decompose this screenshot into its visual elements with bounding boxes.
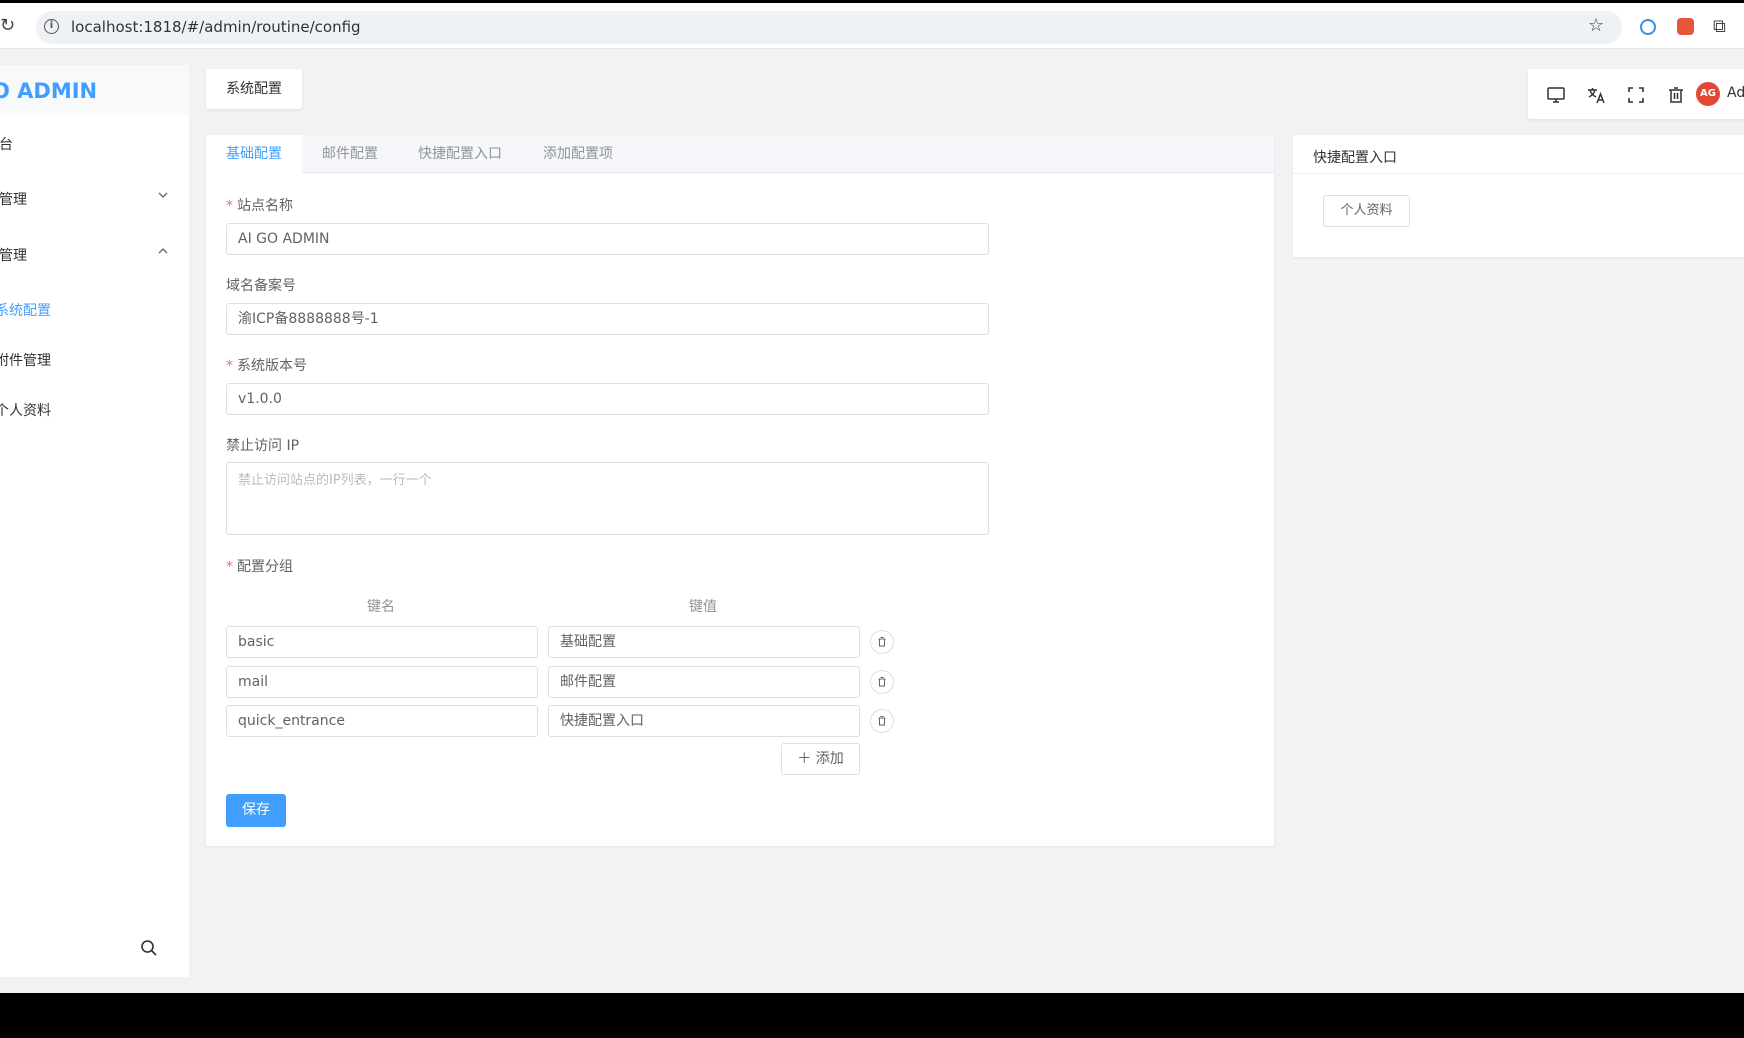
group-value-input[interactable]: 基础配置 xyxy=(548,626,860,658)
value-header: 键值 xyxy=(689,599,717,615)
plus-icon: ＋ xyxy=(797,751,812,767)
reload-icon[interactable]: ↻ xyxy=(0,15,14,36)
logo: O ADMIN xyxy=(0,79,98,103)
delete-row-button[interactable] xyxy=(870,670,894,694)
bookmark-star-icon[interactable]: ☆ xyxy=(1588,15,1604,36)
icp-input[interactable]: 渝ICP备8888888号-1 xyxy=(226,303,989,335)
translate-icon[interactable] xyxy=(1586,85,1606,105)
group-key-input[interactable]: quick_entrance xyxy=(226,705,538,737)
nav-tag-system-config[interactable]: 系统配置 xyxy=(206,69,302,109)
sidebar-item-profile[interactable]: 个人资料 xyxy=(0,400,51,420)
url-text[interactable]: localhost:1818/#/admin/routine/config xyxy=(71,18,361,36)
group-key-input[interactable]: basic xyxy=(226,626,538,658)
sidebar: O ADMIN 台 管理 管理 系统配置 附件管理 个人资料 xyxy=(0,65,189,977)
add-row-button[interactable]: ＋ 添加 xyxy=(781,743,860,775)
quick-link-profile[interactable]: 个人资料 xyxy=(1323,195,1410,227)
tab-add-config[interactable]: 添加配置项 xyxy=(522,135,634,173)
version-label: * 系统版本号 xyxy=(226,358,307,374)
quick-entrance-card: 快捷配置入口 个人资料 xyxy=(1293,135,1744,257)
save-button[interactable]: 保存 xyxy=(226,794,286,827)
sidebar-item-system-config[interactable]: 系统配置 xyxy=(0,300,51,320)
header-toolbar: AG Ad xyxy=(1528,69,1744,119)
chevron-up-icon xyxy=(157,245,169,261)
avatar[interactable]: AG xyxy=(1696,82,1720,106)
site-info-icon[interactable]: i xyxy=(44,19,59,34)
search-icon[interactable] xyxy=(140,939,158,957)
site-name-input[interactable]: AI GO ADMIN xyxy=(226,223,989,255)
chevron-down-icon xyxy=(157,189,169,205)
site-name-label: * 站点名称 xyxy=(226,198,293,214)
group-value-input[interactable]: 快捷配置入口 xyxy=(548,705,860,737)
sidebar-item-attachments[interactable]: 附件管理 xyxy=(0,350,51,370)
tab-quick-entrance[interactable]: 快捷配置入口 xyxy=(398,135,522,173)
config-card: 基础配置 邮件配置 快捷配置入口 添加配置项 * 站点名称 AI GO ADMIN… xyxy=(206,135,1274,846)
delete-row-button[interactable] xyxy=(870,709,894,733)
delete-row-button[interactable] xyxy=(870,630,894,654)
group-key-input[interactable]: mail xyxy=(226,666,538,698)
quick-entrance-title: 快捷配置入口 xyxy=(1313,150,1397,166)
key-header: 键名 xyxy=(367,599,395,615)
group-label: * 配置分组 xyxy=(226,559,293,575)
browser-toolbar: ↻ i localhost:1818/#/admin/routine/confi… xyxy=(0,3,1744,49)
tabs-bar: 基础配置 邮件配置 快捷配置入口 添加配置项 xyxy=(206,135,1274,173)
icp-label: 域名备案号 xyxy=(226,278,296,294)
user-name[interactable]: Ad xyxy=(1727,85,1744,101)
sidebar-item-menu-2[interactable]: 管理 xyxy=(0,245,27,265)
trash-icon xyxy=(878,677,886,687)
forbidden-ip-textarea[interactable]: 禁止访问站点的IP列表，一行一个 xyxy=(226,462,989,535)
trash-icon xyxy=(878,716,886,726)
extensions-puzzle-icon[interactable]: ⧉ xyxy=(1713,16,1726,37)
fullscreen-icon[interactable] xyxy=(1626,85,1646,105)
monitor-icon[interactable] xyxy=(1546,85,1566,105)
trash-icon[interactable] xyxy=(1666,85,1686,105)
version-input[interactable]: v1.0.0 xyxy=(226,383,989,415)
sidebar-item-menu-1[interactable]: 管理 xyxy=(0,189,27,209)
forbidden-ip-label: 禁止访问 IP xyxy=(226,438,300,454)
extension-icon-1[interactable] xyxy=(1640,19,1656,35)
group-value-input[interactable]: 邮件配置 xyxy=(548,666,860,698)
divider xyxy=(1293,173,1744,174)
tab-basic[interactable]: 基础配置 xyxy=(206,135,302,173)
extension-icon-2[interactable] xyxy=(1677,18,1694,35)
trash-icon xyxy=(878,637,886,647)
sidebar-item-dashboard[interactable]: 台 xyxy=(0,134,13,154)
tab-mail[interactable]: 邮件配置 xyxy=(302,135,398,173)
app-screen: ↻ i localhost:1818/#/admin/routine/confi… xyxy=(0,0,1744,993)
